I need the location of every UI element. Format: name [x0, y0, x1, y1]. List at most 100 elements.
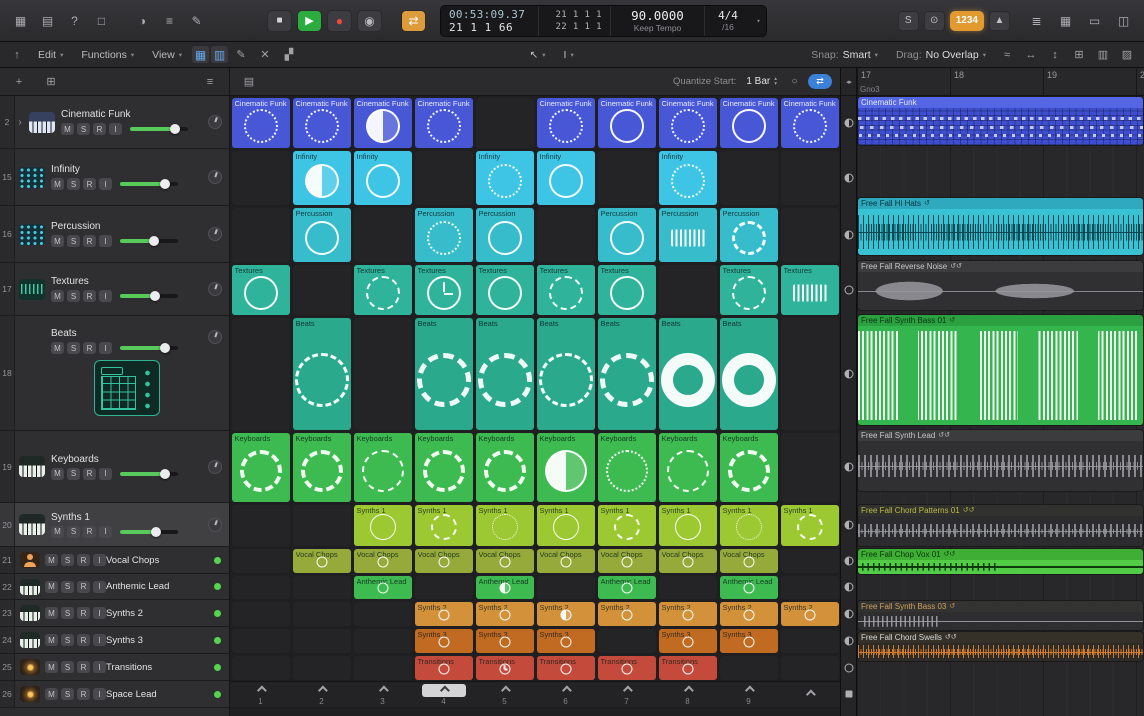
loop-cell-cinematic-funk[interactable]: Cinematic Funk: [720, 98, 778, 148]
loop-cell-transitions[interactable]: Transitions: [537, 656, 595, 680]
loop-cell-infinity[interactable]: Infinity: [537, 151, 595, 205]
loop-cell-synths-3[interactable]: Synths 3: [659, 629, 717, 653]
add-track-button[interactable]: +: [8, 73, 30, 91]
track-m-button[interactable]: M: [45, 581, 58, 593]
loop-cell-synths-2[interactable]: Synths 2: [476, 602, 534, 626]
empty-cell[interactable]: [232, 602, 290, 626]
track-header-anthemic-lead[interactable]: 22MSRIAnthemic Lead: [0, 574, 229, 600]
pan-knob[interactable]: [208, 282, 222, 296]
loop-cell-keyboards[interactable]: Keyboards: [720, 433, 778, 502]
volume-thumb[interactable]: [151, 527, 161, 537]
track-r-button[interactable]: R: [77, 688, 90, 700]
empty-cell[interactable]: [232, 208, 290, 262]
row-grid-toggle-icon[interactable]: [844, 230, 853, 239]
header-config-button[interactable]: ≡: [199, 73, 221, 91]
record-button[interactable]: ●: [327, 10, 352, 32]
loop-cell-synths-1[interactable]: Synths 1: [598, 505, 656, 546]
browsers-icon[interactable]: ◫: [1111, 9, 1136, 33]
row-grid-toggle-icon[interactable]: [844, 556, 853, 565]
loop-cell-synths-1[interactable]: Synths 1: [720, 505, 778, 546]
loop-cell-cinematic-funk[interactable]: Cinematic Funk: [232, 98, 290, 148]
loop-cell-beats[interactable]: Beats: [415, 318, 473, 430]
loop-cell-percussion[interactable]: Percussion: [293, 208, 351, 262]
drag-menu[interactable]: Drag: No Overlap ▾: [888, 47, 994, 63]
track-r-button[interactable]: R: [77, 607, 90, 619]
loop-cell-synths-1[interactable]: Synths 1: [415, 505, 473, 546]
track-r-button[interactable]: R: [83, 290, 96, 302]
scene-trigger-arrow[interactable]: [605, 684, 649, 697]
scene-trigger-arrow[interactable]: [788, 688, 832, 701]
track-header-synths-2[interactable]: 23MSRISynths 2: [0, 600, 229, 627]
loop-cell-synths-1[interactable]: Synths 1: [354, 505, 412, 546]
scene-trigger-arrow[interactable]: [422, 684, 466, 697]
track-s-button[interactable]: S: [67, 235, 80, 247]
empty-cell[interactable]: [232, 656, 290, 680]
editors-icon[interactable]: ✎: [184, 9, 209, 33]
region-free-fall-chord-patterns-01[interactable]: Free Fall Chord Patterns 01↺↺: [858, 505, 1143, 546]
loop-cell-infinity[interactable]: Infinity: [659, 151, 717, 205]
row-grid-toggle-icon[interactable]: [844, 521, 853, 530]
loop-cell-cinematic-funk[interactable]: Cinematic Funk: [354, 98, 412, 148]
volume-thumb[interactable]: [150, 291, 160, 301]
volume-slider[interactable]: [120, 530, 178, 534]
loop-cell-textures[interactable]: Textures: [598, 265, 656, 315]
row-grid-toggle-icon[interactable]: [844, 369, 853, 378]
scene-trigger-1[interactable]: 1: [230, 682, 291, 707]
track-header-beats[interactable]: 18BeatsMSRI: [0, 316, 229, 431]
loop-cell-synths-1[interactable]: Synths 1: [537, 505, 595, 546]
track-i-button[interactable]: I: [99, 290, 112, 302]
capture-recording-button[interactable]: ◉: [357, 10, 382, 32]
inspector-icon[interactable]: ▤: [35, 9, 60, 33]
panel-layout-icon[interactable]: ▥: [1092, 46, 1114, 64]
empty-cell[interactable]: [598, 629, 656, 653]
region-cinematic-funk[interactable]: Cinematic Funk: [858, 97, 1143, 145]
row-grid-toggle-icon[interactable]: [844, 285, 853, 294]
volume-slider[interactable]: [120, 472, 178, 476]
loop-cell-percussion[interactable]: Percussion: [476, 208, 534, 262]
performance-recording-button[interactable]: ○: [787, 74, 802, 89]
track-header-percussion[interactable]: 16PercussionMSRI: [0, 206, 229, 263]
loop-cell-synths-1[interactable]: Synths 1: [781, 505, 839, 546]
scene-trigger-3[interactable]: 3: [352, 682, 413, 707]
loop-cell-transitions[interactable]: Transitions: [476, 656, 534, 680]
empty-cell[interactable]: [293, 576, 351, 599]
region-free-fall-chord-swells[interactable]: Free Fall Chord Swells↺↺: [858, 632, 1143, 661]
loop-cell-keyboards[interactable]: Keyboards: [293, 433, 351, 502]
track-s-button[interactable]: S: [67, 342, 80, 354]
region-free-fall-reverse-noise[interactable]: Free Fall Reverse Noise↺↺: [858, 261, 1143, 310]
track-r-button[interactable]: R: [83, 526, 96, 538]
loop-cell-beats[interactable]: Beats: [537, 318, 595, 430]
empty-cell[interactable]: [415, 151, 473, 205]
loop-cell-keyboards[interactable]: Keyboards: [354, 433, 412, 502]
bar-ruler[interactable]: Gno3 1718192: [857, 68, 1144, 96]
empty-cell[interactable]: [537, 208, 595, 262]
track-m-button[interactable]: M: [45, 554, 58, 566]
pan-knob[interactable]: [208, 518, 222, 532]
pan-knob[interactable]: [208, 460, 222, 474]
scene-trigger-arrow[interactable]: [666, 684, 710, 697]
stepper-icon[interactable]: ▴▾: [774, 77, 777, 87]
loop-cell-textures[interactable]: Textures: [537, 265, 595, 315]
region-free-fall-synth-bass-01[interactable]: Free Fall Synth Bass 01↺: [858, 315, 1143, 425]
empty-cell[interactable]: [659, 576, 717, 599]
track-s-button[interactable]: S: [67, 468, 80, 480]
loop-cell-textures[interactable]: Textures: [781, 265, 839, 315]
vertical-zoom-icon[interactable]: ↕: [1044, 46, 1066, 64]
snap-menu[interactable]: Snap: Smart ▾: [803, 47, 886, 63]
loop-cell-cinematic-funk[interactable]: Cinematic Funk: [293, 98, 351, 148]
track-r-button[interactable]: R: [77, 661, 90, 673]
empty-cell[interactable]: [232, 318, 290, 430]
new-track-stack-button[interactable]: ⊞: [40, 73, 62, 91]
track-i-button[interactable]: I: [93, 554, 106, 566]
count-in-button[interactable]: 1234: [950, 11, 984, 31]
divider-toggle-icon[interactable]: ◂▸: [841, 68, 856, 96]
loop-cell-synths-3[interactable]: Synths 3: [537, 629, 595, 653]
volume-slider[interactable]: [120, 346, 178, 350]
loop-cell-anthemic-lead[interactable]: Anthemic Lead: [476, 576, 534, 599]
empty-cell[interactable]: [293, 656, 351, 680]
lcd-options-chevron-icon[interactable]: ▾: [751, 6, 766, 36]
row-grid-toggle-icon[interactable]: [844, 118, 853, 127]
track-s-button[interactable]: S: [61, 688, 74, 700]
loop-cell-anthemic-lead[interactable]: Anthemic Lead: [598, 576, 656, 599]
track-i-button[interactable]: I: [93, 581, 106, 593]
